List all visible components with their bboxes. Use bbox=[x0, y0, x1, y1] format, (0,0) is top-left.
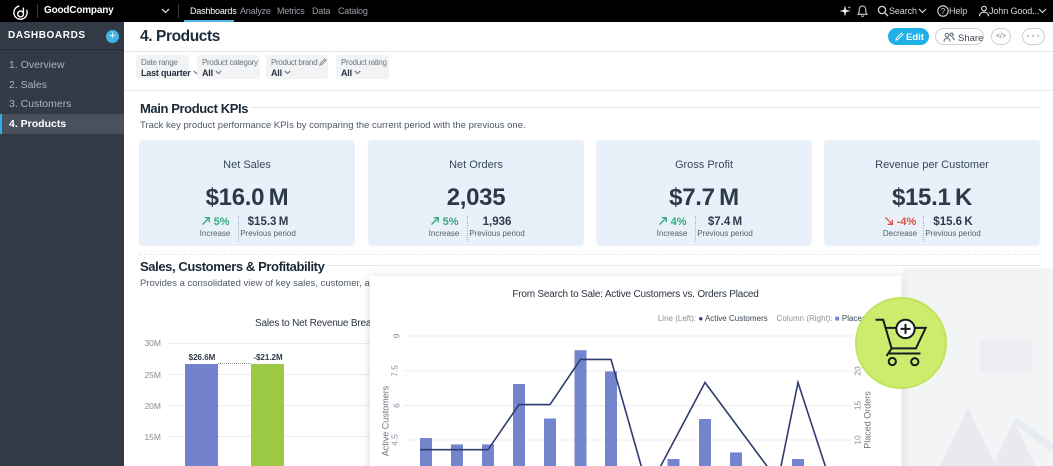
svg-text:15: 15 bbox=[852, 401, 862, 411]
svg-text:Active Customers: Active Customers bbox=[380, 385, 390, 456]
svg-text:Placed Orders: Placed Orders bbox=[862, 391, 872, 449]
svg-text:9: 9 bbox=[391, 333, 401, 338]
svg-text:7.5: 7.5 bbox=[389, 365, 399, 377]
svg-text:?: ? bbox=[941, 7, 946, 16]
svg-text:10: 10 bbox=[852, 435, 862, 445]
svg-text:4.5: 4.5 bbox=[389, 434, 399, 446]
svg-text:6: 6 bbox=[391, 403, 401, 408]
